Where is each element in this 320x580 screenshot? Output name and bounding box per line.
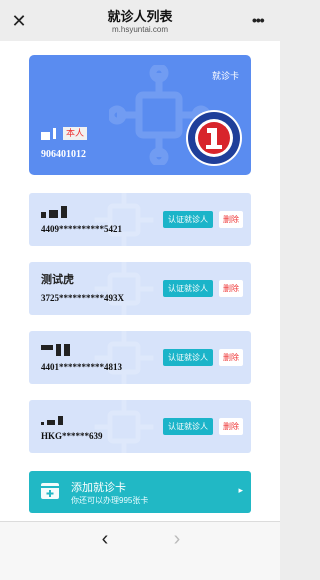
patient-name bbox=[41, 204, 67, 218]
self-badge: 本人 bbox=[63, 127, 88, 140]
patient-id-number: 3725**********493X bbox=[41, 293, 124, 303]
add-card-subtitle: 你还可以办理995张卡 bbox=[71, 496, 149, 505]
nav-header: ✕ 就诊人列表 m.hsyuntai.com ••• bbox=[0, 0, 280, 41]
delete-patient-button[interactable]: 删除 bbox=[219, 211, 243, 228]
masked-name-block bbox=[41, 212, 46, 218]
add-card-button[interactable]: 添加就诊卡 你还可以办理995张卡 ▸ bbox=[29, 471, 251, 513]
card-add-icon bbox=[41, 483, 59, 499]
main-patient-card[interactable]: 就诊卡 本人 906401012 bbox=[29, 55, 251, 175]
add-card-title: 添加就诊卡 bbox=[71, 482, 126, 494]
patient-card[interactable]: 测试虎 3725**********493X 认证就诊人 删除 bbox=[29, 262, 251, 315]
knot-watermark-icon bbox=[94, 193, 154, 246]
main-patient-name: 本人 bbox=[41, 127, 88, 140]
more-icon[interactable]: ••• bbox=[252, 12, 268, 30]
patient-card[interactable]: HKG******639 认证就诊人 删除 bbox=[29, 400, 251, 453]
patient-name bbox=[41, 411, 63, 425]
masked-name-block bbox=[41, 131, 50, 140]
delete-patient-button[interactable]: 删除 bbox=[219, 418, 243, 435]
chevron-right-icon: ▸ bbox=[238, 485, 243, 495]
forward-arrow-icon[interactable]: › bbox=[168, 528, 186, 552]
verify-patient-button[interactable]: 认证就诊人 bbox=[163, 280, 213, 297]
masked-name-block bbox=[41, 422, 44, 425]
patient-name bbox=[41, 342, 70, 356]
patient-id-number: HKG******639 bbox=[41, 431, 103, 441]
patient-card[interactable]: 4409**********5421 认证就诊人 删除 bbox=[29, 193, 251, 246]
verify-patient-button[interactable]: 认证就诊人 bbox=[163, 211, 213, 228]
back-arrow-icon[interactable]: ‹ bbox=[96, 528, 114, 552]
patient-id-number: 4409**********5421 bbox=[41, 224, 122, 234]
masked-name-block bbox=[58, 416, 63, 425]
close-icon[interactable]: ✕ bbox=[9, 11, 29, 31]
patient-name-text: 测试虎 bbox=[41, 274, 74, 286]
masked-name-block bbox=[49, 210, 58, 218]
masked-name-block bbox=[47, 420, 55, 425]
masked-name-block bbox=[41, 345, 53, 350]
masked-name-block bbox=[64, 344, 70, 356]
hospital-logo bbox=[186, 110, 242, 166]
title-block: 就诊人列表 m.hsyuntai.com bbox=[60, 9, 220, 35]
patient-id-number: 4401**********4813 bbox=[41, 362, 122, 372]
masked-name-block bbox=[61, 206, 67, 218]
verify-patient-button[interactable]: 认证就诊人 bbox=[163, 418, 213, 435]
delete-patient-button[interactable]: 删除 bbox=[219, 280, 243, 297]
knot-watermark-icon bbox=[94, 400, 154, 453]
patient-name: 测试虎 bbox=[41, 273, 74, 287]
card-type-label: 就诊卡 bbox=[211, 71, 239, 81]
page-title: 就诊人列表 bbox=[107, 9, 173, 24]
knot-watermark-icon bbox=[94, 331, 154, 384]
page-content: 就诊卡 本人 906401012 4409**********5421 认证就诊… bbox=[0, 41, 280, 521]
knot-watermark-icon bbox=[94, 262, 154, 315]
masked-name-block bbox=[53, 128, 56, 139]
delete-patient-button[interactable]: 删除 bbox=[219, 349, 243, 366]
masked-name-block bbox=[56, 344, 61, 356]
browser-nav-bar: ‹ › bbox=[0, 521, 280, 580]
patient-card[interactable]: 4401**********4813 认证就诊人 删除 bbox=[29, 331, 251, 384]
verify-patient-button[interactable]: 认证就诊人 bbox=[163, 349, 213, 366]
main-card-number: 906401012 bbox=[41, 149, 86, 160]
page-domain: m.hsyuntai.com bbox=[111, 25, 169, 34]
